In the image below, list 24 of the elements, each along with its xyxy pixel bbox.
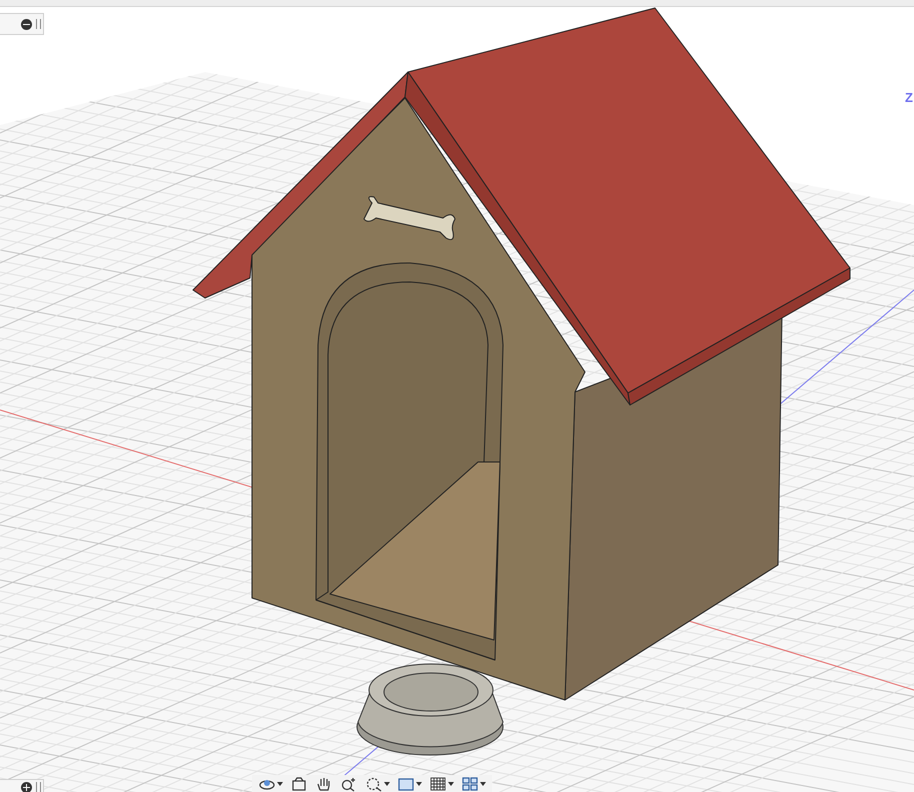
- display-icon: [398, 778, 414, 790]
- orbit-icon: [259, 780, 275, 790]
- fit-tool[interactable]: [365, 776, 390, 792]
- display-tool[interactable]: [397, 776, 422, 792]
- expand-icon[interactable]: [21, 782, 32, 792]
- hand-icon: [317, 776, 330, 790]
- grid-tool[interactable]: [429, 776, 454, 792]
- axis-label[interactable]: Z: [905, 90, 913, 105]
- collapse-icon[interactable]: [21, 18, 32, 30]
- caret-icon: [448, 782, 454, 786]
- grip-icon[interactable]: [36, 782, 41, 792]
- zoom-tool[interactable]: [340, 776, 358, 792]
- caret-icon: [416, 782, 422, 786]
- monitor-icon: [292, 776, 306, 790]
- caret-icon: [277, 782, 283, 786]
- viewports-tool[interactable]: [461, 776, 486, 792]
- viewports-icon: [462, 776, 478, 790]
- grid-icon: [430, 777, 446, 790]
- grip-icon[interactable]: [36, 19, 41, 29]
- caret-icon: [480, 782, 486, 786]
- caret-icon: [384, 782, 390, 786]
- look-at-tool[interactable]: [290, 776, 308, 792]
- zoom-window-icon: [366, 777, 382, 791]
- zoom-icon: [342, 776, 356, 792]
